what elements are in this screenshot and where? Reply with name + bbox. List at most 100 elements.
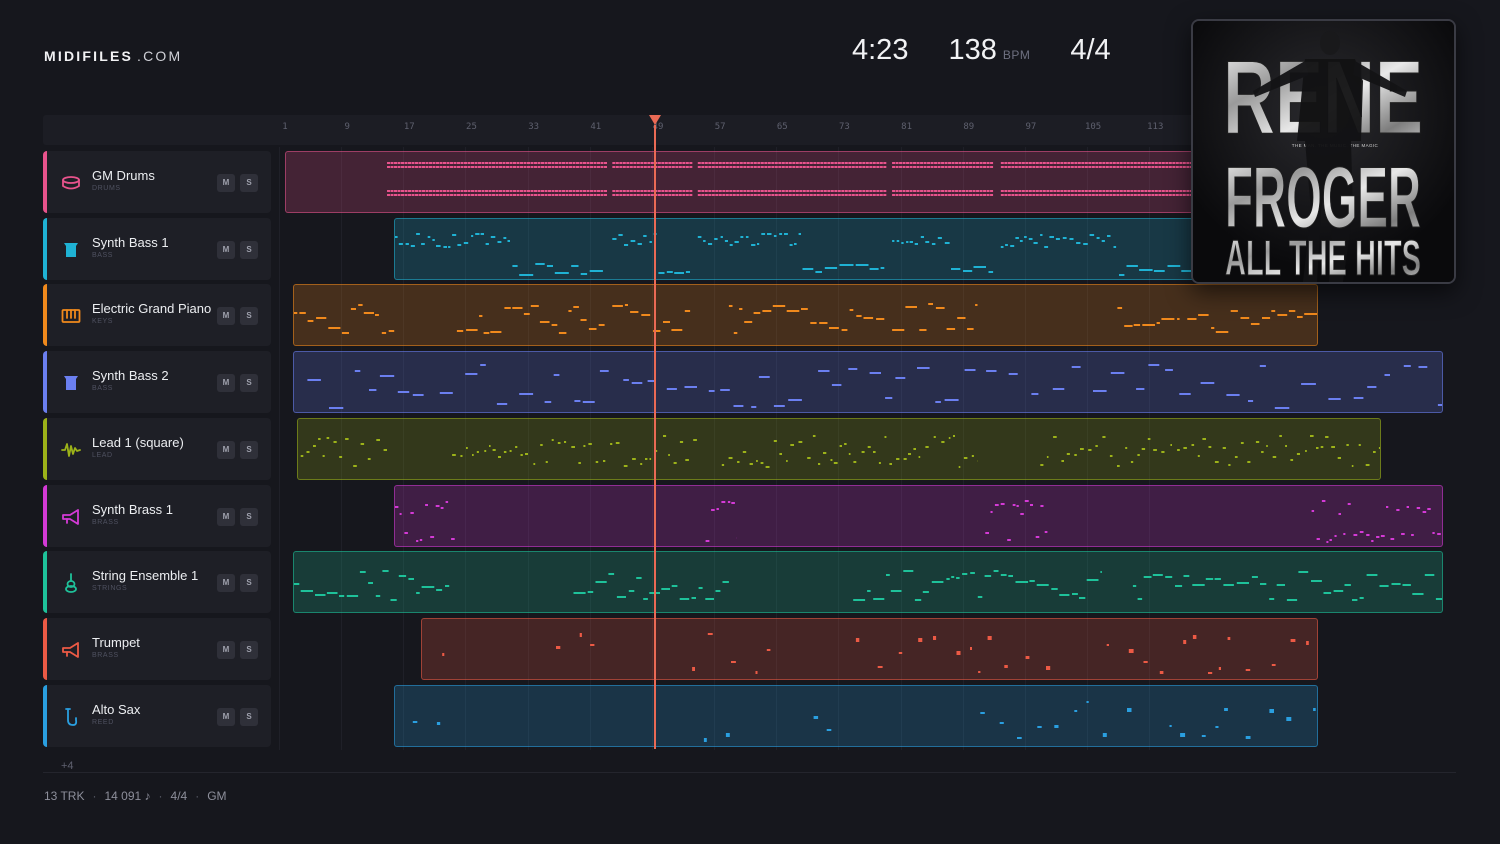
track-header[interactable]: Synth Bass 2 BASS M S xyxy=(43,351,271,413)
midi-note xyxy=(583,162,587,164)
midi-note xyxy=(848,368,858,370)
midi-note xyxy=(750,194,754,196)
midi-note xyxy=(788,194,792,196)
midi-note xyxy=(506,190,510,192)
midi-note xyxy=(1007,190,1011,192)
bass-icon xyxy=(61,373,81,393)
mute-button[interactable]: M xyxy=(217,508,235,526)
track-header[interactable]: Electric Grand Piano KEYS M S xyxy=(43,284,271,346)
mute-button[interactable]: M xyxy=(217,307,235,325)
midi-note xyxy=(689,190,693,192)
midi-note xyxy=(1025,162,1029,164)
midi-note xyxy=(404,194,408,196)
midi-note xyxy=(1230,310,1238,312)
solo-button[interactable]: S xyxy=(240,441,258,459)
midi-note xyxy=(813,194,817,196)
midi-note xyxy=(729,190,733,192)
midi-note xyxy=(753,312,761,314)
midi-note xyxy=(977,596,983,598)
track-header[interactable]: Synth Brass 1 BRASS M S xyxy=(43,485,271,547)
mute-button[interactable]: M xyxy=(217,441,235,459)
midi-note xyxy=(328,327,341,329)
track-lane[interactable] xyxy=(293,351,1443,413)
solo-button[interactable]: S xyxy=(240,508,258,526)
midi-note xyxy=(579,190,583,192)
mute-button[interactable]: M xyxy=(217,374,235,392)
midi-note xyxy=(785,190,789,192)
solo-button[interactable]: S xyxy=(240,374,258,392)
bass-icon xyxy=(61,240,81,260)
midi-note xyxy=(1416,507,1421,509)
midi-note xyxy=(562,190,566,192)
playhead[interactable] xyxy=(654,125,656,749)
mute-button[interactable]: M xyxy=(217,708,235,726)
midi-note xyxy=(979,162,983,164)
solo-button[interactable]: S xyxy=(240,708,258,726)
more-tracks-indicator[interactable]: +4 xyxy=(61,760,74,772)
playhead-handle[interactable] xyxy=(649,115,661,125)
track-lane[interactable] xyxy=(285,151,1225,213)
midi-note xyxy=(1272,456,1277,458)
midi-note xyxy=(1298,571,1309,573)
midi-note xyxy=(1305,450,1307,452)
midi-note xyxy=(496,403,508,405)
track-header[interactable]: Alto Sax REED M S xyxy=(43,685,271,747)
solo-button[interactable]: S xyxy=(240,241,258,259)
solo-button[interactable]: S xyxy=(240,574,258,592)
mute-button[interactable]: M xyxy=(217,574,235,592)
midi-note xyxy=(964,369,976,371)
track-lane[interactable] xyxy=(394,685,1318,747)
track-header[interactable]: GM Drums DRUMS M S xyxy=(43,151,271,213)
midi-note xyxy=(318,438,321,440)
track-header[interactable]: Trumpet BRASS M S xyxy=(43,618,271,680)
midi-note xyxy=(833,462,838,464)
midi-note xyxy=(398,243,403,245)
ruler-label: 41 xyxy=(590,122,602,132)
midi-note xyxy=(537,190,541,192)
track-header[interactable]: Lead 1 (square) LEAD M S xyxy=(43,418,271,480)
midi-note xyxy=(474,194,478,196)
midi-note xyxy=(799,190,803,192)
solo-button[interactable]: S xyxy=(240,174,258,192)
midi-note xyxy=(523,166,527,168)
mute-button[interactable]: M xyxy=(217,174,235,192)
mute-button[interactable]: M xyxy=(217,641,235,659)
track-header[interactable]: Synth Bass 1 BASS M S xyxy=(43,218,271,280)
midi-note xyxy=(990,190,994,192)
midi-note xyxy=(1326,541,1329,543)
midi-note xyxy=(647,194,651,196)
midi-note xyxy=(1320,446,1324,448)
midi-note xyxy=(565,162,569,164)
midi-note xyxy=(1059,594,1070,596)
midi-note xyxy=(1141,448,1146,450)
midi-note xyxy=(534,162,538,164)
midi-note xyxy=(913,190,917,192)
midi-note xyxy=(899,194,903,196)
midi-note xyxy=(1154,166,1158,168)
midi-note xyxy=(544,194,548,196)
midi-note xyxy=(502,194,506,196)
track-lane[interactable] xyxy=(297,418,1381,480)
solo-button[interactable]: S xyxy=(240,641,258,659)
midi-note xyxy=(757,162,761,164)
track-lane[interactable] xyxy=(394,218,1225,280)
midi-note xyxy=(1240,442,1244,444)
mute-button[interactable]: M xyxy=(217,241,235,259)
midi-note xyxy=(708,190,712,192)
midi-note xyxy=(583,190,587,192)
midi-note xyxy=(1126,162,1130,164)
midi-note xyxy=(446,190,450,192)
track-lane[interactable] xyxy=(293,551,1443,613)
midi-note xyxy=(827,162,831,164)
track-lane[interactable] xyxy=(421,618,1318,680)
midi-note xyxy=(820,166,824,168)
midi-note xyxy=(1365,464,1370,466)
track-lane[interactable] xyxy=(394,485,1443,547)
track-header[interactable]: String Ensemble 1 STRINGS M S xyxy=(43,551,271,613)
midi-note xyxy=(1123,162,1127,164)
midi-note xyxy=(657,162,661,164)
solo-button[interactable]: S xyxy=(240,307,258,325)
midi-note xyxy=(416,233,420,235)
track-lane[interactable] xyxy=(293,284,1318,346)
midi-note xyxy=(778,166,782,168)
